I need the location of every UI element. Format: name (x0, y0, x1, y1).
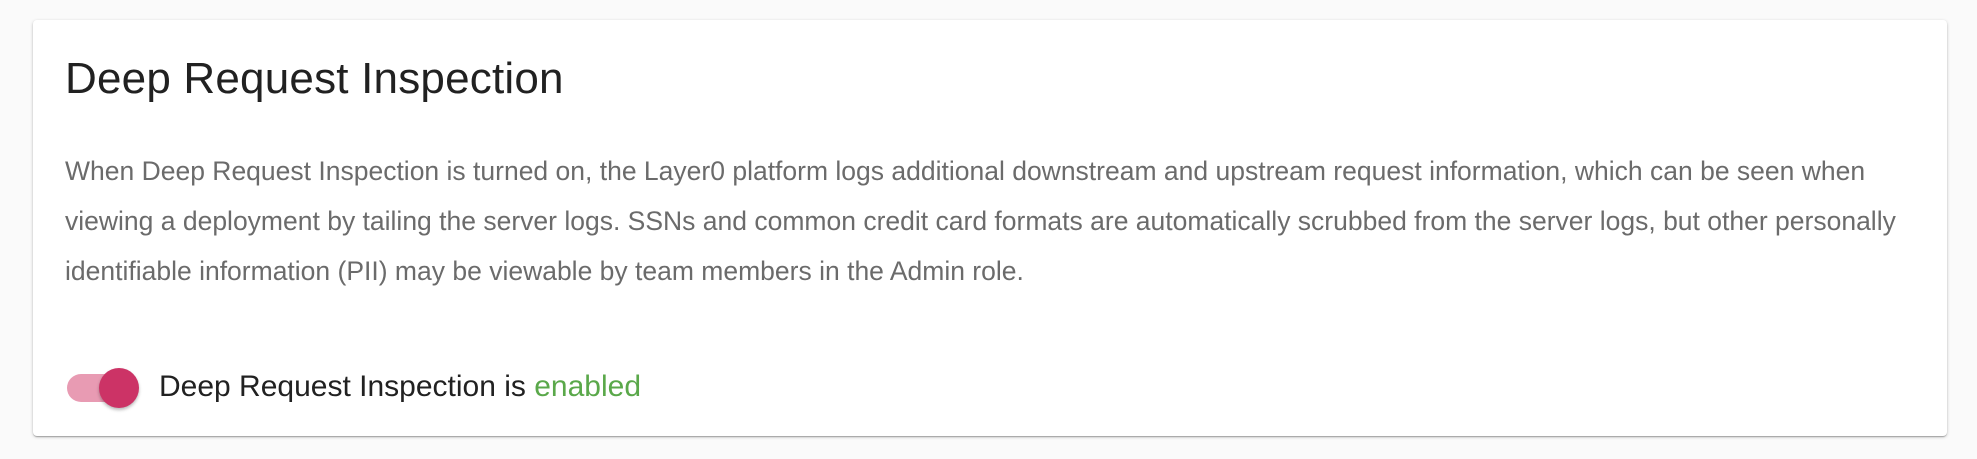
card-description: When Deep Request Inspection is turned o… (65, 156, 1896, 286)
switch-thumb (99, 368, 139, 408)
toggle-label-prefix: Deep Request Inspection is (159, 370, 526, 403)
toggle-label: Deep Request Inspection is enabled (159, 370, 641, 404)
status-badge: enabled (534, 370, 642, 403)
toggle-row: Deep Request Inspection is enabled (65, 364, 641, 410)
card-title: Deep Request Inspection (65, 54, 564, 103)
deep-request-inspection-card: Deep Request Inspection When Deep Reques… (33, 20, 1947, 436)
deep-request-inspection-toggle[interactable] (65, 364, 141, 410)
